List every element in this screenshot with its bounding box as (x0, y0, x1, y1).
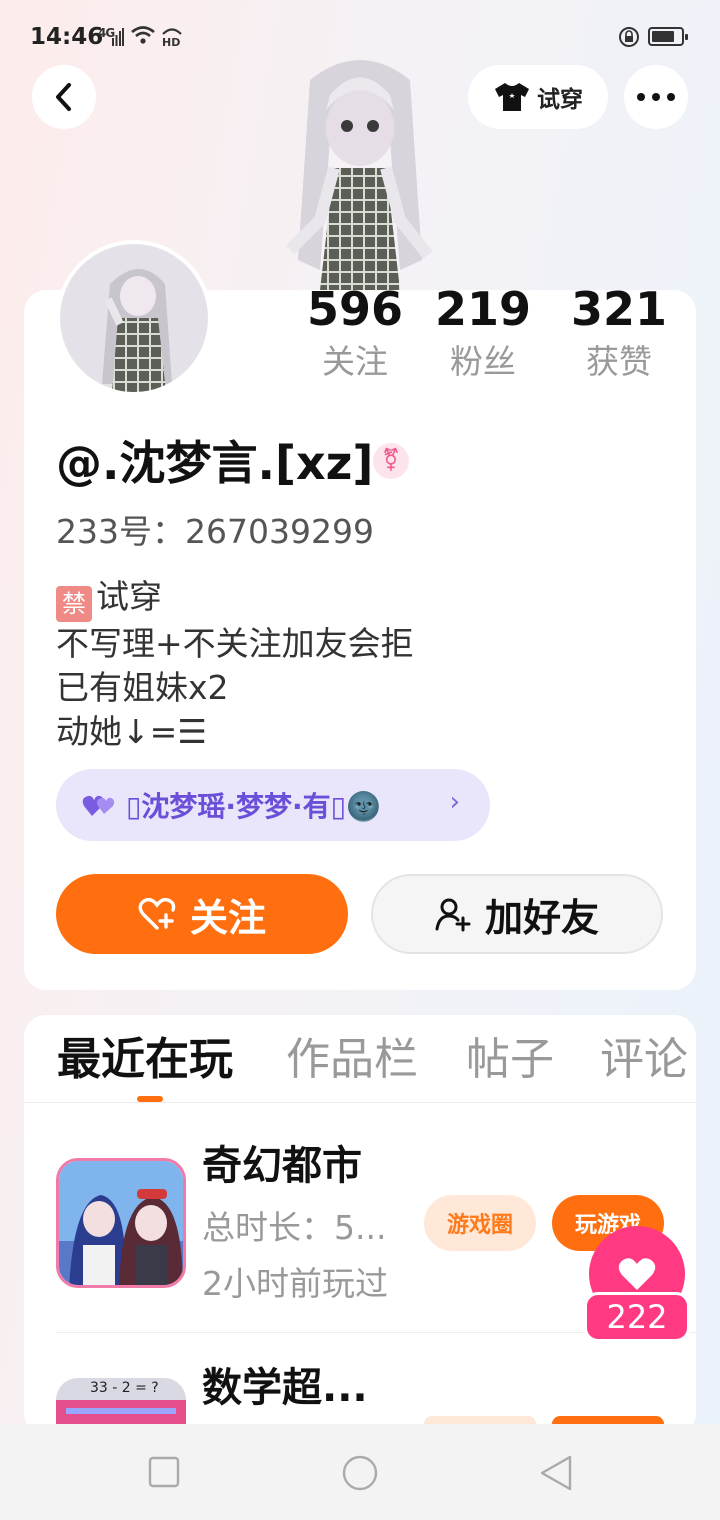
game-name[interactable]: 数学超... (202, 1362, 368, 1414)
game-circle-button[interactable]: 游戏圈 (424, 1195, 536, 1251)
hd-icon: HD (162, 28, 182, 48)
game-last-played: 2小时前玩过 (202, 1264, 388, 1303)
wifi-icon (131, 26, 155, 44)
svg-text:HD: HD (162, 36, 180, 48)
stat-followers[interactable]: 219 粉丝 (428, 283, 538, 383)
game-duration: 总时长：5... (202, 1208, 387, 1247)
game-art (59, 1161, 183, 1285)
recent-apps-icon[interactable] (148, 1456, 180, 1488)
bio-line: 已有姐妹x2 (56, 668, 229, 707)
game-name[interactable]: 奇幻都市 (202, 1140, 362, 1192)
stat-label: 关注 (322, 342, 388, 381)
navigation-bar (0, 1424, 720, 1520)
more-button[interactable] (624, 65, 688, 129)
heart-plus-icon (138, 897, 176, 930)
try-on-label: 试穿 (537, 87, 583, 113)
stat-label: 获赞 (586, 342, 652, 381)
play-game-button[interactable] (552, 1416, 664, 1424)
bio: 禁试穿 不写理+不关注加友会拒 已有姐妹x2 动她↓=☰ (56, 575, 414, 754)
stat-following[interactable]: 596 关注 (300, 283, 410, 383)
chevron-left-icon (56, 83, 71, 111)
game-icon[interactable] (56, 1158, 186, 1288)
avatar-image (102, 269, 172, 392)
divider (24, 1102, 696, 1103)
add-friend-button[interactable]: 加好友 (371, 874, 663, 954)
female-gender-icon: ⚧ (373, 443, 409, 479)
tab-comments[interactable]: 评论 (600, 1030, 692, 1090)
double-heart-icon (82, 795, 115, 816)
tab-works[interactable]: 作品栏 (286, 1030, 418, 1090)
bio-line: 动她↓=☰ (56, 712, 207, 751)
username: @.沈梦言.[xz] (56, 436, 374, 490)
stat-label: 粉丝 (450, 342, 516, 381)
more-dots-icon (637, 93, 675, 101)
like-count: 222 (584, 1292, 690, 1342)
battery-icon (648, 27, 688, 46)
heart-icon (618, 1258, 656, 1290)
game-icon-text: 33 - 2 = ? (90, 1380, 159, 1396)
game-circle-button[interactable] (424, 1416, 536, 1424)
stat-value: 321 (570, 282, 668, 336)
relationship-text: ▯沈梦瑶·梦梦·有▯🌚 (126, 790, 381, 823)
stat-value: 596 (306, 282, 404, 336)
rotation-lock-icon (619, 27, 639, 47)
tab-posts[interactable]: 帖子 (466, 1030, 554, 1090)
game-icon[interactable]: 33 - 2 = ? (56, 1378, 186, 1424)
home-icon[interactable] (341, 1454, 379, 1492)
bio-line: 不写理+不关注加友会拒 (56, 624, 414, 663)
signal-icon (112, 28, 124, 46)
stat-value: 219 (434, 282, 532, 336)
relationship-banner[interactable]: ▯沈梦瑶·梦梦·有▯🌚 › (56, 769, 490, 841)
back-button[interactable] (32, 65, 96, 129)
try-on-button[interactable]: 试穿 (468, 65, 608, 129)
tshirt-icon (495, 83, 529, 111)
add-user-icon (435, 898, 471, 932)
bio-line: 试穿 (96, 577, 162, 616)
chevron-right-icon: › (449, 787, 460, 817)
follow-label: 关注 (189, 895, 266, 940)
avatar-3d-model[interactable] (250, 50, 470, 300)
tab-recent-playing[interactable]: 最近在玩 (57, 1030, 233, 1090)
stat-likes[interactable]: 321 获赞 (564, 283, 674, 383)
user-id[interactable]: 233号：267039299 (56, 510, 374, 554)
ban-emoji: 禁 (56, 586, 92, 622)
status-time: 14:46 (30, 24, 104, 50)
follow-button[interactable]: 关注 (56, 874, 348, 954)
add-friend-label: 加好友 (484, 895, 599, 940)
stats-bar: 596 关注 219 粉丝 321 获赞 (300, 283, 680, 393)
avatar[interactable] (56, 240, 212, 396)
back-nav-icon[interactable] (538, 1454, 574, 1492)
